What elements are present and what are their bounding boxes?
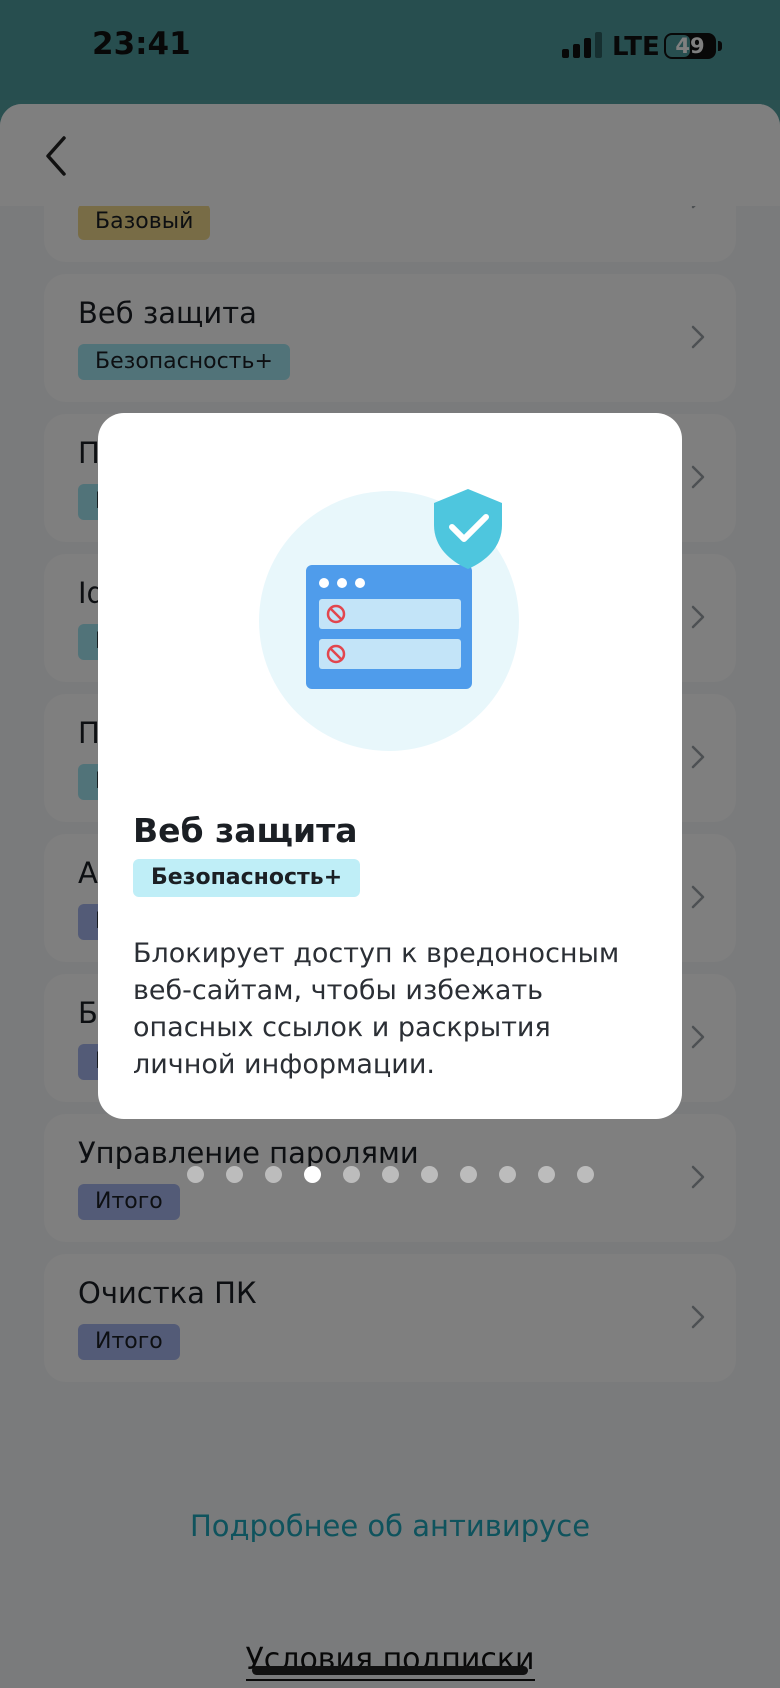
page-dot-active[interactable] [304, 1166, 321, 1183]
page-dot[interactable] [343, 1166, 360, 1183]
page-dot[interactable] [226, 1166, 243, 1183]
feature-detail-modal: Веб защита Безопасность+ Блокирует досту… [98, 413, 682, 1119]
modal-title: Веб защита [133, 811, 358, 850]
modal-tier-badge: Безопасность+ [133, 859, 361, 897]
web-protection-illustration [259, 489, 519, 751]
page-dot[interactable] [382, 1166, 399, 1183]
page-dot[interactable] [460, 1166, 477, 1183]
page-dot[interactable] [577, 1166, 594, 1183]
page-dot[interactable] [538, 1166, 555, 1183]
page-dot[interactable] [187, 1166, 204, 1183]
page-dot[interactable] [421, 1166, 438, 1183]
home-indicator [252, 1666, 528, 1675]
page-dot[interactable] [499, 1166, 516, 1183]
pagination-dots [187, 1166, 597, 1184]
page-dot[interactable] [265, 1166, 282, 1183]
modal-description: Блокирует доступ к вредоносным веб-сайта… [133, 938, 620, 1080]
